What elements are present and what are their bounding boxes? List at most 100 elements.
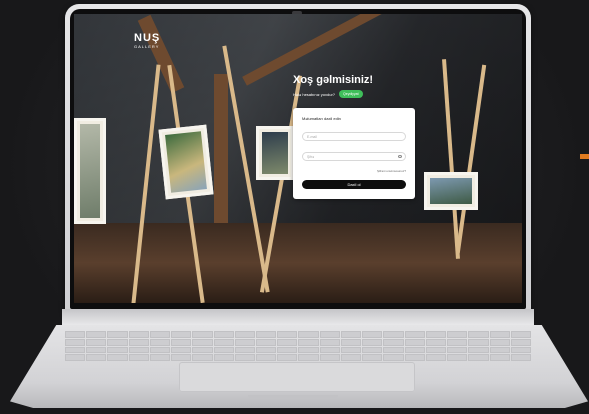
keyboard-key: [362, 331, 383, 338]
login-button[interactable]: Daxil ol: [302, 180, 406, 189]
keyboard-key: [489, 354, 510, 361]
painting: [158, 124, 214, 200]
password-field[interactable]: Şifrə: [302, 152, 406, 161]
keyboard-key: [256, 346, 277, 354]
keyboard-key: [277, 346, 298, 354]
brand-logo[interactable]: NUŞ GALLERY: [134, 32, 160, 49]
keyboard-key: [171, 331, 192, 338]
forgot-password-link[interactable]: Şifrəni unutmusunuz?: [377, 169, 406, 173]
wooden-beam: [137, 14, 185, 94]
keyboard-key: [404, 331, 425, 338]
keyboard-key: [213, 338, 234, 346]
keyboard-key: [86, 346, 107, 354]
keyboard-key: [298, 331, 319, 338]
keyboard-key: [510, 346, 531, 354]
keyboard-key: [425, 354, 447, 361]
keyboard-key: [171, 354, 192, 361]
eye-icon[interactable]: [398, 155, 402, 158]
keyboard-key: [447, 354, 468, 361]
keyboard-key: [319, 331, 340, 338]
login-card: Məlumatları daxil edin E-mail Şifrə Şifr…: [293, 108, 415, 199]
keyboard-key: [256, 354, 277, 361]
keyboard-key: [510, 331, 531, 338]
keyboard-key: [149, 331, 171, 338]
keyboard-key: [362, 338, 383, 346]
keyboard-key: [171, 338, 192, 346]
keyboard-key: [298, 346, 319, 354]
lid-notch: [248, 395, 338, 399]
keyboard-key: [340, 354, 362, 361]
keyboard-key: [404, 338, 425, 346]
keyboard-key: [107, 331, 128, 338]
keyboard-key: [362, 346, 383, 354]
keyboard-key: [340, 331, 362, 338]
keyboard-key: [277, 338, 298, 346]
keyboard-key: [447, 338, 468, 346]
painting: [256, 126, 294, 180]
keyboard-key: [86, 354, 107, 361]
app-screen: NUŞ GALLERY Xoş gəlmisiniz! Hələ hesabın…: [74, 14, 522, 303]
email-field[interactable]: E-mail: [302, 132, 406, 141]
signup-row: Hələ hesabınız yoxdur? Qeydiyyat: [293, 90, 363, 98]
keyboard-key: [213, 346, 234, 354]
keyboard-key: [468, 331, 489, 338]
keyboard-key: [383, 338, 404, 346]
painting: [74, 118, 106, 224]
orange-accent-mark: [580, 154, 589, 159]
keyboard-key: [489, 338, 510, 346]
keyboard-key: [128, 331, 149, 338]
keyboard-key: [256, 331, 277, 338]
keyboard-key: [383, 354, 404, 361]
keyboard-key: [128, 346, 149, 354]
keyboard-key: [468, 346, 489, 354]
keyboard-key: [256, 338, 277, 346]
logo-sub-text: GALLERY: [134, 44, 160, 49]
keyboard-key: [404, 346, 425, 354]
keyboard-key: [128, 338, 149, 346]
keyboard-key: [447, 346, 468, 354]
keyboard-key: [277, 331, 298, 338]
keyboard-key: [319, 346, 340, 354]
keyboard-key: [86, 338, 107, 346]
keyboard-key: [128, 354, 149, 361]
keyboard-key: [425, 346, 447, 354]
keyboard-key: [213, 354, 234, 361]
keyboard-key: [86, 331, 107, 338]
keyboard-key: [447, 331, 468, 338]
keyboard-key: [340, 346, 362, 354]
keyboard-key: [192, 331, 213, 338]
logo-main-text: NUŞ: [134, 32, 161, 44]
keyboard-key: [234, 331, 256, 338]
keyboard-key: [192, 354, 213, 361]
keyboard-key: [234, 338, 256, 346]
keyboard-key: [213, 331, 234, 338]
keyboard-key: [171, 346, 192, 354]
trackpad: [179, 362, 415, 392]
keyboard-key: [468, 338, 489, 346]
keyboard-key: [383, 346, 404, 354]
keyboard-key: [149, 338, 171, 346]
keyboard-key: [107, 346, 128, 354]
keyboard-key: [468, 354, 489, 361]
keyboard-key: [404, 354, 425, 361]
keyboard: [65, 331, 531, 361]
painting: [424, 172, 478, 210]
keyboard-key: [65, 354, 86, 361]
keyboard-key: [383, 331, 404, 338]
login-card-title: Məlumatları daxil edin: [302, 116, 341, 121]
keyboard-key: [298, 354, 319, 361]
keyboard-key: [489, 346, 510, 354]
keyboard-key: [65, 338, 86, 346]
keyboard-key: [510, 338, 531, 346]
laptop-hinge: [62, 309, 534, 325]
signup-button[interactable]: Qeydiyyat: [339, 90, 363, 98]
keyboard-key: [65, 331, 86, 338]
password-placeholder: Şifrə: [307, 155, 315, 159]
keyboard-key: [277, 354, 298, 361]
keyboard-key: [319, 338, 340, 346]
keyboard-key: [149, 346, 171, 354]
keyboard-key: [65, 346, 86, 354]
keyboard-key: [510, 354, 531, 361]
keyboard-key: [192, 338, 213, 346]
keyboard-key: [298, 338, 319, 346]
